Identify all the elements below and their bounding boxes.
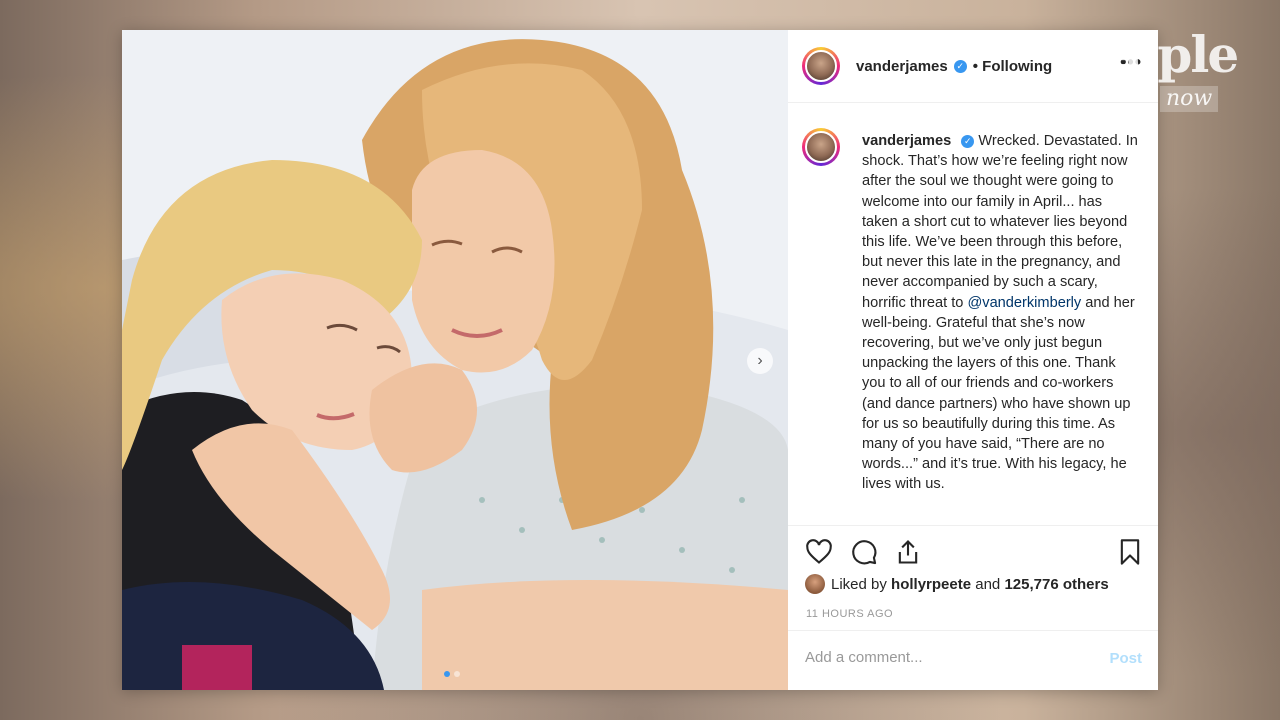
photo-illustration: [122, 30, 788, 690]
heart-icon[interactable]: [805, 538, 833, 566]
following-status[interactable]: • Following: [973, 58, 1052, 75]
following-label: Following: [982, 57, 1053, 75]
post-comment-button[interactable]: Post: [1109, 650, 1142, 667]
likes-summary: Liked by hollyrpeete and 125,776 others: [805, 574, 1109, 594]
share-icon[interactable]: [894, 538, 922, 566]
post-photo[interactable]: ›: [122, 30, 788, 690]
instagram-post-card: › vanderjames ✓ • Following ••• vanderja…: [122, 30, 1158, 690]
liked-by-and: and: [975, 575, 1001, 593]
caption-text-part1: Wrecked. Devastated. In shock. That’s ho…: [862, 133, 1138, 311]
post-timestamp[interactable]: 11 HOURS AGO: [806, 608, 893, 620]
caption-text-part2: and her well-being. Grateful that she’s …: [862, 294, 1135, 493]
people-now-logo: People now: [1062, 25, 1239, 120]
watermark-brand: People: [1062, 25, 1239, 84]
caption-username[interactable]: vanderjames: [862, 133, 951, 149]
post-side-panel: vanderjames ✓ • Following ••• vanderjame…: [788, 30, 1158, 690]
comment-input[interactable]: [805, 649, 1085, 666]
avatar[interactable]: [802, 47, 840, 85]
carousel-dot: [444, 671, 450, 677]
liker-avatar[interactable]: [805, 574, 825, 594]
comment-bar: Post: [788, 630, 1158, 691]
liked-by-prefix: Liked by: [831, 575, 887, 593]
verified-icon: ✓: [961, 134, 975, 148]
verified-icon: ✓: [953, 59, 967, 73]
chevron-right-icon: ›: [757, 352, 763, 369]
mention-link[interactable]: @vanderkimberly: [967, 295, 1081, 311]
watermark-sub: now: [1160, 86, 1219, 112]
bookmark-icon[interactable]: [1116, 538, 1144, 566]
carousel-dot: [454, 671, 460, 677]
caption-section: vanderjames ✓ Wrecked. Devastated. In sh…: [788, 125, 1158, 555]
liked-by-user-link[interactable]: hollyrpeete: [891, 576, 971, 593]
likes-count-link[interactable]: 125,776 others: [1004, 576, 1108, 593]
comment-icon[interactable]: [850, 538, 878, 566]
avatar[interactable]: [802, 128, 840, 166]
caption: vanderjames ✓ Wrecked. Devastated. In sh…: [862, 131, 1140, 495]
username-link[interactable]: vanderjames: [856, 58, 948, 75]
carousel-indicator: [444, 671, 460, 677]
next-photo-button[interactable]: ›: [747, 348, 773, 374]
